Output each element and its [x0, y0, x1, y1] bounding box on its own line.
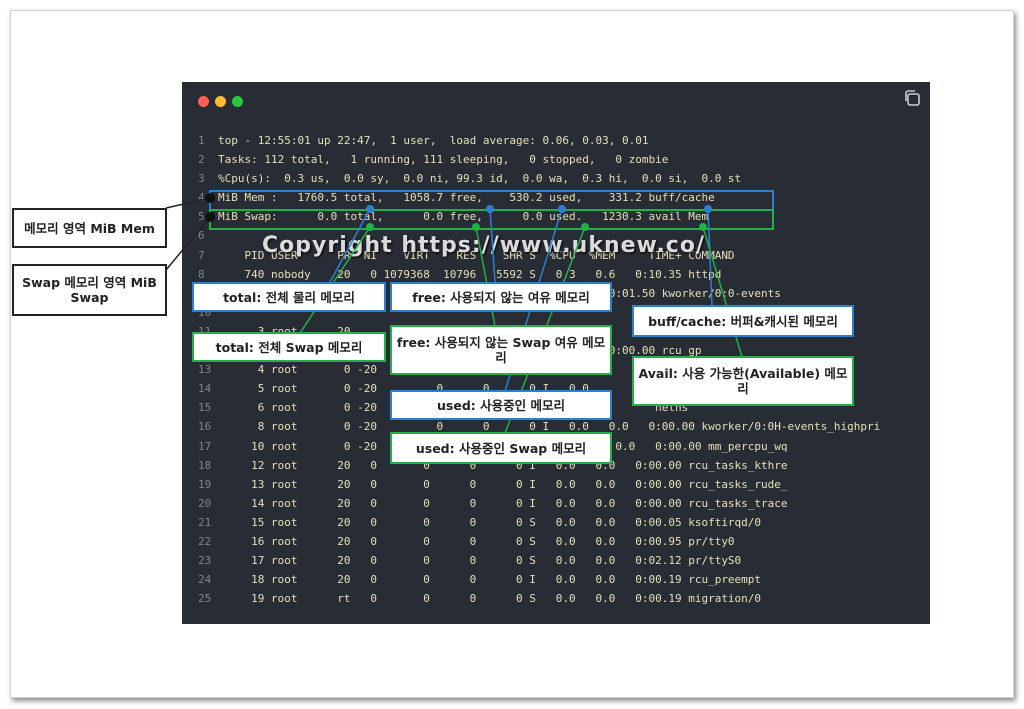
- code-line: 22 16 root 20 0 0 0 0 S 0.0 0.0 0:00.95 …: [190, 532, 880, 551]
- callout-avail: Avail: 사용 가능한(Available) 메모리: [632, 356, 854, 406]
- callout-total-mem: total: 전체 물리 메모리: [192, 282, 386, 312]
- line-number: 19: [198, 477, 212, 491]
- line-content: 16 root 20 0 0 0 0 S 0.0 0.0 0:00.95 pr/…: [218, 534, 735, 548]
- watermark: Copyright https://www.uknew.co/: [262, 233, 705, 258]
- window-controls: [198, 96, 243, 107]
- callout-free-swap: free: 사용되지 않는 Swap 여유 메모리: [390, 325, 612, 375]
- callout-mem-region: 메모리 영역 MiB Mem: [12, 208, 167, 248]
- code-line: 8 740 nobody 20 0 1079368 10796 5592 S 0…: [190, 265, 880, 284]
- line-content: 15 root 20 0 0 0 0 S 0.0 0.0 0:00.05 kso…: [218, 515, 762, 529]
- line-number: 8: [198, 267, 205, 281]
- line-content: %Cpu(s): 0.3 us, 0.0 sy, 0.0 ni, 99.3 id…: [218, 172, 742, 186]
- line-number: 1: [198, 134, 205, 147]
- swap-row-highlight: [209, 209, 774, 230]
- callout-used-mem: used: 사용중인 메모리: [390, 390, 612, 420]
- code-line: 25 19 root rt 0 0 0 0 S 0.0 0.0 0:00.19 …: [190, 589, 880, 608]
- callout-free-mem: free: 사용되지 않는 여유 메모리: [390, 282, 612, 312]
- line-number: 23: [198, 554, 212, 568]
- line-content: 14 root 20 0 0 0 0 I 0.0 0.0 0:00.00 rcu…: [218, 496, 788, 510]
- line-number: 15: [198, 401, 212, 415]
- code-line: 23 17 root 20 0 0 0 0 S 0.0 0.0 0:02.12 …: [190, 551, 880, 570]
- line-number: 22: [198, 534, 212, 548]
- line-number: 20: [198, 496, 212, 510]
- line-content: 4 root 0 -20: [218, 363, 377, 377]
- close-dot-icon[interactable]: [198, 96, 209, 107]
- callout-buff-cache: buff/cache: 버퍼&캐시된 메모리: [632, 305, 854, 337]
- line-content: 19 root rt 0 0 0 0 S 0.0 0.0 0:00.19 mig…: [218, 592, 762, 606]
- line-number: 16: [198, 420, 212, 434]
- code-line: 20 14 root 20 0 0 0 0 I 0.0 0.0 0:00.00 …: [190, 494, 880, 513]
- callout-used-swap: used: 사용중인 Swap 메모리: [390, 432, 612, 464]
- code-line: 21 15 root 20 0 0 0 0 S 0.0 0.0 0:00.05 …: [190, 513, 880, 532]
- line-number: 21: [198, 515, 212, 529]
- minimize-dot-icon[interactable]: [215, 96, 226, 107]
- line-number: 7: [198, 248, 205, 262]
- line-number: 3: [198, 172, 205, 186]
- line-number: 25: [198, 592, 212, 606]
- line-number: 14: [198, 382, 212, 396]
- line-content: 18 root 20 0 0 0 0 I 0.0 0.0 0:00.19 rcu…: [218, 573, 762, 587]
- line-content: Tasks: 112 total, 1 running, 111 sleepin…: [218, 153, 669, 167]
- line-number: 24: [198, 573, 212, 587]
- line-content: top - 12:55:01 up 22:47, 1 user, load av…: [218, 134, 649, 147]
- callout-total-swap: total: 전체 Swap 메모리: [192, 332, 386, 362]
- line-content: 17 root 20 0 0 0 0 S 0.0 0.0 0:02.12 pr/…: [218, 554, 742, 568]
- code-line: 19 13 root 20 0 0 0 0 I 0.0 0.0 0:00.00 …: [190, 475, 880, 494]
- code-line: 2 Tasks: 112 total, 1 running, 111 sleepi…: [190, 150, 880, 169]
- maximize-dot-icon[interactable]: [232, 96, 243, 107]
- line-number: 13: [198, 363, 212, 377]
- code-line: 24 18 root 20 0 0 0 0 I 0.0 0.0 0:00.19 …: [190, 570, 880, 589]
- line-number: 17: [198, 439, 212, 453]
- copy-icon[interactable]: [903, 89, 921, 107]
- callout-swap-region: Swap 메모리 영역 MiB Swap: [12, 264, 167, 316]
- line-number: 2: [198, 153, 205, 167]
- line-content: 740 nobody 20 0 1079368 10796 5592 S 0.3…: [218, 267, 722, 281]
- line-number: 18: [198, 458, 212, 472]
- code-line: 3 %Cpu(s): 0.3 us, 0.0 sy, 0.0 ni, 99.3 i…: [190, 169, 880, 188]
- mem-row-highlight: [209, 190, 774, 211]
- code-line: 1 top - 12:55:01 up 22:47, 1 user, load a…: [190, 131, 880, 150]
- line-content: 13 root 20 0 0 0 0 I 0.0 0.0 0:00.00 rcu…: [218, 477, 788, 491]
